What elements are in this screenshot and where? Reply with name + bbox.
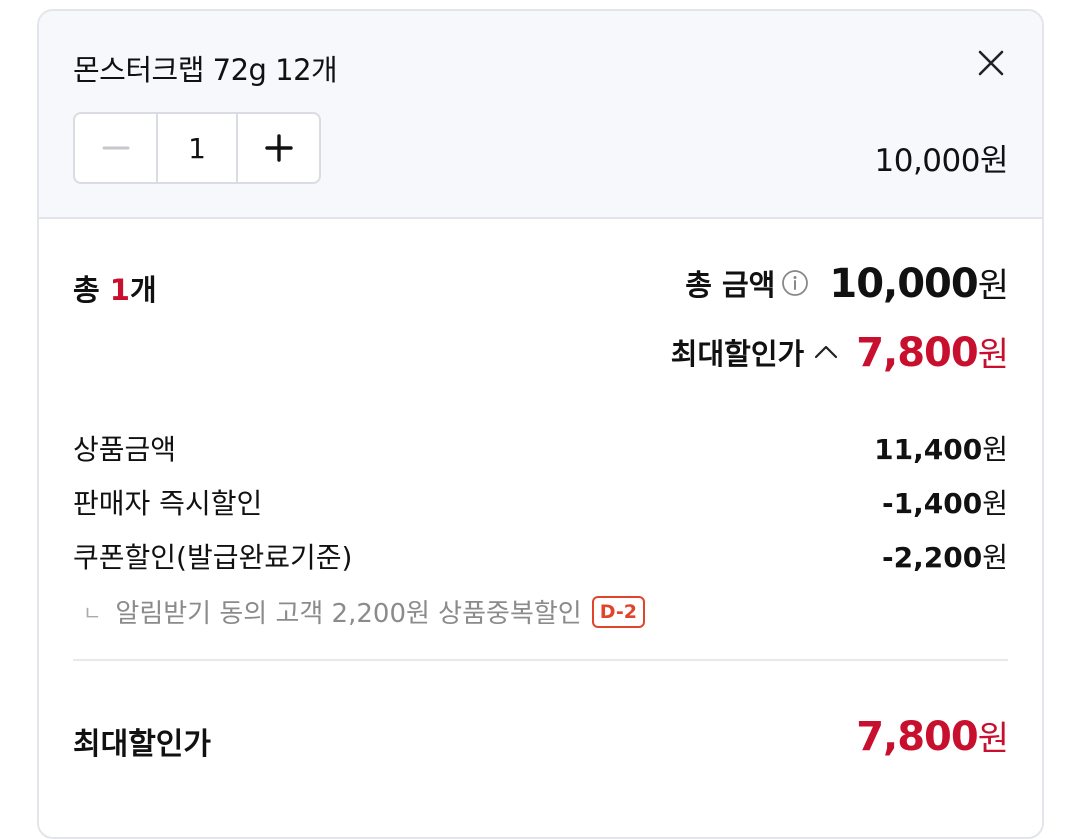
- quantity-stepper: 1: [73, 112, 321, 184]
- product-name: 몬스터크랩 72g 12개: [73, 53, 338, 87]
- detail-value: -2,200원: [882, 536, 1008, 576]
- detail-currency: 원: [982, 487, 1008, 520]
- total-amount-label: 총 금액: [685, 267, 776, 302]
- divider: [73, 659, 1008, 661]
- sub-item-mark: ㄴ: [83, 601, 102, 625]
- total-amount-row: 총 금액 10,000원: [685, 258, 1009, 307]
- max-discount-number: 7,800: [856, 330, 979, 376]
- total-amount-currency: 원: [977, 266, 1009, 306]
- detail-value: 11,400원: [874, 428, 1008, 468]
- total-count: 총 1개: [73, 267, 157, 309]
- total-amount-value: 10,000원: [829, 258, 1009, 307]
- close-icon: [978, 50, 1004, 76]
- detail-label: 판매자 즉시할인: [73, 487, 263, 520]
- detail-value: -1,400원: [882, 482, 1008, 522]
- total-count-unit: 개: [129, 273, 157, 307]
- decrease-quantity-button[interactable]: [75, 114, 156, 182]
- plus-icon: [264, 134, 293, 162]
- max-discount-label: 최대할인가: [670, 336, 805, 371]
- quantity-value[interactable]: 1: [156, 114, 238, 182]
- detail-number: -1,400: [882, 487, 983, 520]
- detail-label: 상품금액: [73, 433, 177, 466]
- info-icon[interactable]: [781, 269, 809, 297]
- detail-row-coupon-discount: 쿠폰할인(발급완료기준) -2,200원: [73, 536, 1008, 576]
- order-summary-card: 몬스터크랩 72g 12개 1 10,000원 총 1개 총 금액 10,000…: [37, 9, 1044, 839]
- max-discount-value: 7,800원: [856, 327, 1009, 376]
- detail-label: 쿠폰할인(발급완료기준): [73, 541, 353, 574]
- detail-row-seller-discount: 판매자 즉시할인 -1,400원: [73, 482, 1008, 522]
- coupon-note-text: 알림받기 동의 고객 2,200원 상품중복할인: [115, 599, 582, 629]
- coupon-note: ㄴ 알림받기 동의 고객 2,200원 상품중복할인 D-2: [83, 593, 645, 630]
- detail-row-product-price: 상품금액 11,400원: [73, 428, 1008, 468]
- total-count-prefix: 총: [73, 273, 110, 307]
- chevron-up-icon: [815, 345, 838, 358]
- total-amount-number: 10,000: [829, 261, 978, 307]
- max-discount-currency: 원: [977, 335, 1009, 375]
- detail-number: -2,200: [882, 541, 983, 574]
- d-day-badge: D-2: [591, 595, 645, 628]
- remove-option-button[interactable]: [973, 45, 1009, 81]
- final-price-currency: 원: [977, 719, 1009, 759]
- detail-number: 11,400: [874, 433, 983, 466]
- final-price-label: 최대할인가: [73, 727, 211, 762]
- minus-icon: [102, 146, 129, 150]
- option-price: 10,000원: [874, 143, 1009, 179]
- detail-currency: 원: [982, 433, 1008, 466]
- total-count-number: 1: [109, 273, 130, 307]
- increase-quantity-button[interactable]: [238, 114, 319, 182]
- detail-currency: 원: [982, 541, 1008, 574]
- final-price-value: 7,800원: [856, 711, 1009, 760]
- final-price-number: 7,800: [856, 714, 979, 760]
- selected-option-box: 몬스터크랩 72g 12개 1 10,000원: [39, 11, 1042, 219]
- max-discount-toggle[interactable]: 최대할인가 7,800원: [670, 327, 1009, 376]
